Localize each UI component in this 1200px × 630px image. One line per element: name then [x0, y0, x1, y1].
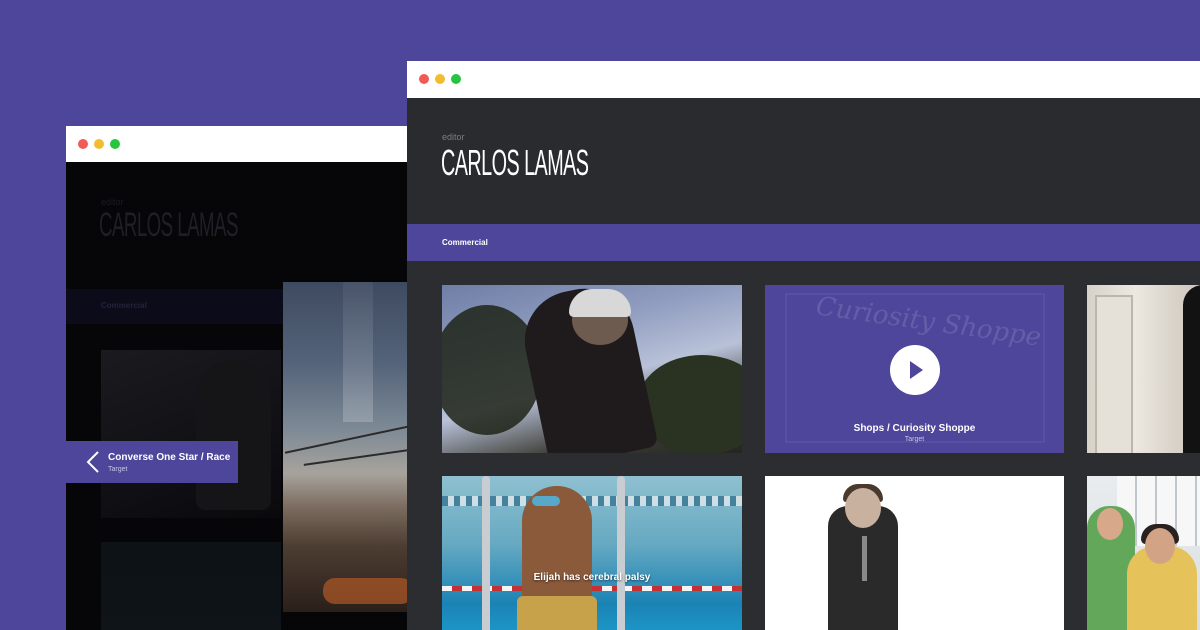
zoom-dot-icon[interactable]	[451, 74, 461, 84]
zoom-dot-icon[interactable]	[110, 139, 120, 149]
site-header: editor CARLOS LAMAS	[407, 98, 1200, 224]
video-thumbnail-hover[interactable]: Curiosity Shoppe Shops / Curiosity Shopp…	[765, 285, 1064, 453]
video-thumbnail[interactable]	[442, 285, 742, 453]
video-thumbnail[interactable]	[1087, 476, 1200, 630]
chevron-left-icon[interactable]	[84, 451, 106, 473]
front-browser-window: editor CARLOS LAMAS Commercial Curiosity…	[407, 61, 1200, 630]
back-browser-window: editor CARLOS LAMAS Commercial	[66, 126, 466, 630]
back-caption-card[interactable]: Converse One Star / Race Target	[66, 441, 238, 483]
back-site-title[interactable]: CARLOS LAMAS	[99, 206, 238, 245]
close-dot-icon[interactable]	[78, 139, 88, 149]
thumbnail-caption-title: Shops / Curiosity Shoppe	[853, 423, 976, 434]
nav-item-commercial[interactable]: Commercial	[442, 238, 488, 247]
video-thumbnail[interactable]	[765, 476, 1064, 630]
back-window-chrome	[66, 126, 466, 162]
back-thumbnail[interactable]	[101, 542, 281, 630]
minimize-dot-icon[interactable]	[94, 139, 104, 149]
site-title[interactable]: CARLOS LAMAS	[441, 142, 589, 184]
thumbnail-caption-subtitle: Target	[904, 436, 925, 443]
close-dot-icon[interactable]	[419, 74, 429, 84]
video-thumbnail[interactable]: Elijah has cerebral palsy	[442, 476, 742, 630]
video-grid: Curiosity Shoppe Shops / Curiosity Shopp…	[407, 261, 1200, 630]
play-icon[interactable]	[890, 345, 940, 395]
thumbnail-subtitle-text: Elijah has cerebral palsy	[533, 572, 651, 583]
back-nav-commercial[interactable]: Commercial	[101, 301, 147, 310]
caption-title: Converse One Star / Race	[108, 452, 231, 463]
video-thumbnail[interactable]	[1087, 285, 1200, 453]
front-window-chrome	[407, 61, 1200, 98]
eyebrow-role: editor	[442, 132, 465, 142]
category-navbar: Commercial	[407, 224, 1200, 261]
back-navbar: Commercial	[66, 289, 284, 324]
back-thumbnail[interactable]	[101, 350, 281, 518]
caption-subtitle: Target	[108, 466, 128, 473]
minimize-dot-icon[interactable]	[435, 74, 445, 84]
back-page-content: editor CARLOS LAMAS Commercial	[66, 162, 466, 630]
